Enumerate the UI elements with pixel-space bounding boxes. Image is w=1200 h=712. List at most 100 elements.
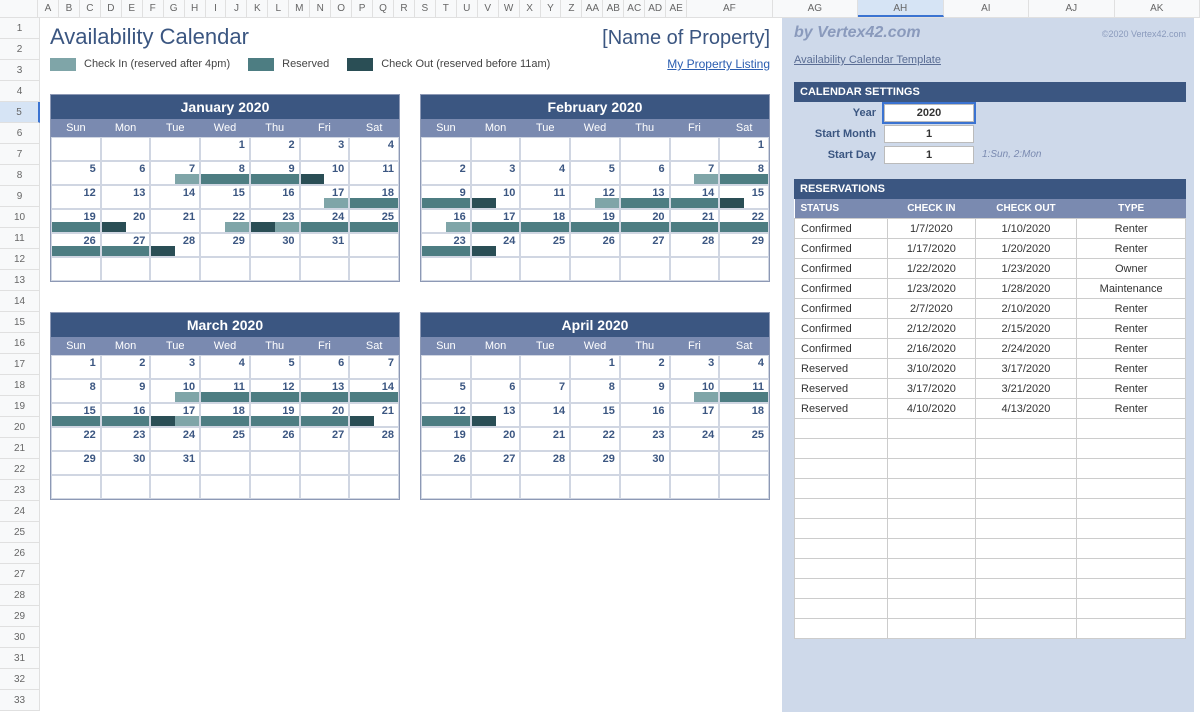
table-cell[interactable]: 1/22/2020 <box>888 259 975 279</box>
calendar-day[interactable]: 24 <box>471 233 521 257</box>
col-header-W[interactable]: W <box>499 0 520 17</box>
col-header-AB[interactable]: AB <box>603 0 624 17</box>
calendar-day[interactable]: 27 <box>101 233 151 257</box>
calendar-day[interactable]: 13 <box>471 403 521 427</box>
calendar-day[interactable] <box>719 475 769 499</box>
row-header-7[interactable]: 7 <box>0 144 40 165</box>
calendar-day[interactable]: 8 <box>51 379 101 403</box>
calendar-day[interactable]: 1 <box>570 355 620 379</box>
calendar-day[interactable]: 22 <box>719 209 769 233</box>
calendar-day[interactable]: 24 <box>300 209 350 233</box>
table-row[interactable]: Reserved3/17/20203/21/2020Renter <box>795 379 1186 399</box>
calendar-day[interactable]: 15 <box>570 403 620 427</box>
row-header-5[interactable]: 5 <box>0 102 40 123</box>
calendar-day[interactable]: 12 <box>250 379 300 403</box>
calendar-day[interactable]: 5 <box>421 379 471 403</box>
res-col-header[interactable]: STATUS <box>795 199 888 219</box>
table-cell[interactable]: Confirmed <box>795 219 888 239</box>
table-row[interactable]: Confirmed1/7/20201/10/2020Renter <box>795 219 1186 239</box>
calendar-day[interactable]: 31 <box>300 233 350 257</box>
calendar-day[interactable] <box>150 137 200 161</box>
table-cell[interactable]: Reserved <box>795 359 888 379</box>
calendar-day[interactable]: 2 <box>620 355 670 379</box>
start-day-input[interactable]: 1 <box>884 146 974 164</box>
start-month-input[interactable]: 1 <box>884 125 974 143</box>
calendar-day[interactable]: 3 <box>150 355 200 379</box>
calendar-day[interactable] <box>620 475 670 499</box>
calendar-day[interactable]: 16 <box>421 209 471 233</box>
table-row[interactable] <box>795 619 1186 639</box>
calendar-day[interactable]: 24 <box>150 427 200 451</box>
calendar-day[interactable]: 10 <box>300 161 350 185</box>
calendar-day[interactable]: 12 <box>51 185 101 209</box>
calendar-day[interactable] <box>421 475 471 499</box>
calendar-day[interactable]: 28 <box>349 427 399 451</box>
col-header-Q[interactable]: Q <box>373 0 394 17</box>
col-header-B[interactable]: B <box>59 0 80 17</box>
calendar-day[interactable]: 14 <box>150 185 200 209</box>
table-row[interactable]: Confirmed1/17/20201/20/2020Renter <box>795 239 1186 259</box>
calendar-day[interactable]: 17 <box>150 403 200 427</box>
table-row[interactable] <box>795 579 1186 599</box>
calendar-day[interactable] <box>300 451 350 475</box>
table-cell[interactable]: Reserved <box>795 399 888 419</box>
calendar-day[interactable] <box>570 475 620 499</box>
row-header-13[interactable]: 13 <box>0 270 40 291</box>
table-cell[interactable]: 2/16/2020 <box>888 339 975 359</box>
res-col-header[interactable]: TYPE <box>1077 199 1186 219</box>
calendar-day[interactable]: 3 <box>300 137 350 161</box>
row-header-33[interactable]: 33 <box>0 690 40 711</box>
col-header-AI[interactable]: AI <box>944 0 1029 17</box>
table-cell[interactable]: Renter <box>1077 299 1186 319</box>
table-cell[interactable]: Maintenance <box>1077 279 1186 299</box>
calendar-day[interactable]: 13 <box>620 185 670 209</box>
table-row[interactable] <box>795 599 1186 619</box>
col-header-Z[interactable]: Z <box>561 0 582 17</box>
calendar-day[interactable] <box>250 257 300 281</box>
calendar-day[interactable]: 4 <box>719 355 769 379</box>
row-header-9[interactable]: 9 <box>0 186 40 207</box>
table-cell[interactable]: 1/28/2020 <box>975 279 1077 299</box>
table-row[interactable]: Confirmed2/7/20202/10/2020Renter <box>795 299 1186 319</box>
table-cell[interactable]: 1/7/2020 <box>888 219 975 239</box>
table-cell[interactable]: Renter <box>1077 239 1186 259</box>
row-header-20[interactable]: 20 <box>0 417 40 438</box>
col-header-Y[interactable]: Y <box>541 0 562 17</box>
table-row[interactable] <box>795 439 1186 459</box>
row-header-2[interactable]: 2 <box>0 39 40 60</box>
calendar-day[interactable]: 10 <box>670 379 720 403</box>
calendar-day[interactable]: 18 <box>719 403 769 427</box>
col-header-E[interactable]: E <box>122 0 143 17</box>
calendar-day[interactable] <box>520 137 570 161</box>
calendar-day[interactable]: 9 <box>250 161 300 185</box>
calendar-day[interactable]: 19 <box>421 427 471 451</box>
table-cell[interactable]: 3/10/2020 <box>888 359 975 379</box>
table-cell[interactable]: Renter <box>1077 359 1186 379</box>
page-title[interactable]: Availability Calendar <box>50 24 249 50</box>
col-header-D[interactable]: D <box>101 0 122 17</box>
calendar-day[interactable]: 6 <box>620 161 670 185</box>
col-header-AC[interactable]: AC <box>624 0 645 17</box>
calendar-day[interactable]: 14 <box>670 185 720 209</box>
table-cell[interactable]: 2/10/2020 <box>975 299 1077 319</box>
calendar-day[interactable]: 2 <box>101 355 151 379</box>
calendar-day[interactable]: 27 <box>300 427 350 451</box>
calendar-day[interactable]: 20 <box>300 403 350 427</box>
row-header-25[interactable]: 25 <box>0 522 40 543</box>
calendar-day[interactable]: 26 <box>421 451 471 475</box>
calendar-day[interactable]: 14 <box>520 403 570 427</box>
table-row[interactable]: Confirmed2/12/20202/15/2020Renter <box>795 319 1186 339</box>
calendar-day[interactable] <box>101 257 151 281</box>
calendar-day[interactable]: 7 <box>520 379 570 403</box>
table-row[interactable]: Confirmed1/22/20201/23/2020Owner <box>795 259 1186 279</box>
table-cell[interactable]: Confirmed <box>795 319 888 339</box>
col-header-K[interactable]: K <box>247 0 268 17</box>
calendar-day[interactable]: 26 <box>570 233 620 257</box>
calendar-day[interactable]: 8 <box>719 161 769 185</box>
calendar-day[interactable]: 23 <box>250 209 300 233</box>
property-name[interactable]: [Name of Property] <box>602 27 770 50</box>
col-header-C[interactable]: C <box>80 0 101 17</box>
calendar-day[interactable] <box>200 257 250 281</box>
calendar-day[interactable] <box>670 475 720 499</box>
table-row[interactable]: Confirmed2/16/20202/24/2020Renter <box>795 339 1186 359</box>
